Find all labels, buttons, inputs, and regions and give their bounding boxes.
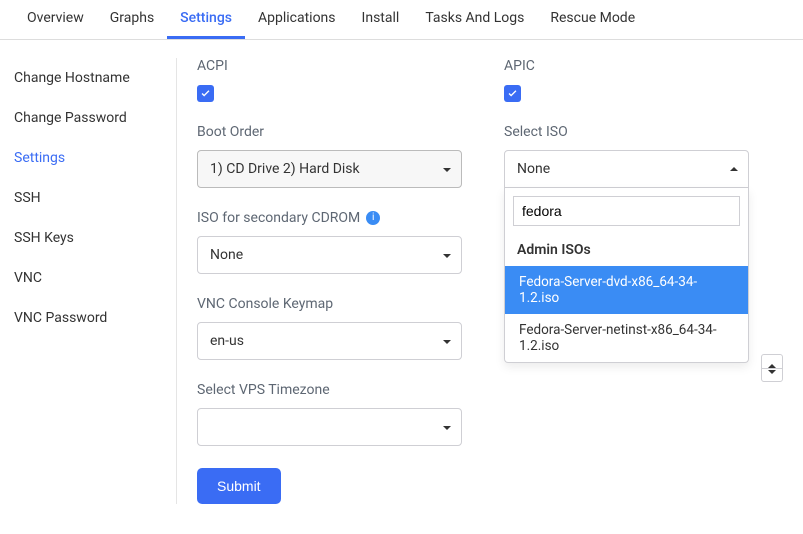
iso-option[interactable]: Fedora-Server-dvd-x86_64-34-1.2.iso [505, 266, 748, 314]
chevron-down-icon [443, 166, 451, 172]
chevron-down-icon [443, 252, 451, 258]
apic-label: APIC [504, 58, 789, 74]
sidebar-item-change-password[interactable]: Change Password [14, 98, 166, 138]
select-iso-label: Select ISO [504, 124, 789, 140]
keymap-value: en-us [210, 333, 244, 349]
select-iso-dropdown: None Admin ISOs Fedora-Server-dvd-x86_64… [504, 150, 789, 188]
tab-settings[interactable]: Settings [167, 0, 245, 39]
left-column: ACPI Boot Order 1) CD Drive 2) Hard Disk… [197, 58, 482, 504]
tab-rescue-mode[interactable]: Rescue Mode [537, 0, 648, 39]
keymap-label: VNC Console Keymap [197, 296, 482, 312]
top-tabs: OverviewGraphsSettingsApplicationsInstal… [0, 0, 803, 40]
iso-search-input[interactable] [513, 196, 740, 226]
select-iso-value: None [517, 161, 550, 177]
sidebar-item-ssh[interactable]: SSH [14, 178, 166, 218]
chevron-down-icon [443, 424, 451, 430]
select-iso-toggle[interactable]: None [504, 150, 749, 188]
boot-order-select[interactable]: 1) CD Drive 2) Hard Disk [197, 150, 462, 188]
sidebar: Change HostnameChange PasswordSettingsSS… [14, 58, 177, 504]
iso-secondary-select[interactable]: None [197, 236, 462, 274]
sidebar-item-ssh-keys[interactable]: SSH Keys [14, 218, 166, 258]
iso-secondary-label: ISO for secondary CDROM i [197, 210, 482, 226]
stepper-down[interactable] [762, 368, 782, 381]
tab-applications[interactable]: Applications [245, 0, 349, 39]
acpi-checkbox[interactable] [197, 85, 214, 102]
boot-order-label: Boot Order [197, 124, 482, 140]
chevron-up-icon [730, 167, 738, 171]
tab-graphs[interactable]: Graphs [97, 0, 167, 39]
sidebar-item-change-hostname[interactable]: Change Hostname [14, 58, 166, 98]
sidebar-item-vnc[interactable]: VNC [14, 258, 166, 298]
stepper-up[interactable] [762, 355, 782, 368]
select-iso-panel: Admin ISOs Fedora-Server-dvd-x86_64-34-1… [504, 188, 749, 363]
chevron-down-icon [443, 338, 451, 344]
check-icon [200, 88, 211, 99]
tab-install[interactable]: Install [349, 0, 413, 39]
check-icon [507, 88, 518, 99]
info-icon[interactable]: i [366, 211, 380, 225]
boot-order-value: 1) CD Drive 2) Hard Disk [210, 161, 360, 177]
number-stepper[interactable] [761, 354, 783, 382]
iso-option[interactable]: Fedora-Server-netinst-x86_64-34-1.2.iso [505, 314, 748, 362]
sidebar-item-vnc-password[interactable]: VNC Password [14, 298, 166, 338]
acpi-label: ACPI [197, 58, 482, 74]
tab-tasks-and-logs[interactable]: Tasks And Logs [412, 0, 537, 39]
timezone-label: Select VPS Timezone [197, 382, 482, 398]
submit-button[interactable]: Submit [197, 468, 281, 504]
tab-overview[interactable]: Overview [14, 0, 97, 39]
iso-secondary-value: None [210, 247, 243, 263]
keymap-select[interactable]: en-us [197, 322, 462, 360]
iso-group-header: Admin ISOs [505, 234, 748, 266]
right-column: APIC Select ISO None Admin ISOs Fedora-S… [504, 58, 789, 504]
sidebar-item-settings[interactable]: Settings [14, 138, 166, 178]
apic-checkbox[interactable] [504, 85, 521, 102]
timezone-select[interactable] [197, 408, 462, 446]
